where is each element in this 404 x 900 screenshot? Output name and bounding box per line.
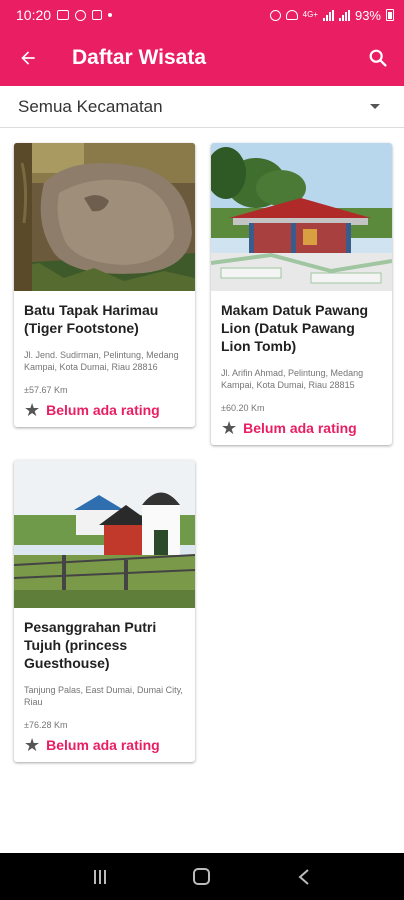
place-photo <box>211 143 392 291</box>
bag-icon <box>92 10 103 20</box>
place-distance: ±60.20 Km <box>221 403 265 413</box>
card-body: Pesanggrahan Putri Tujuh (princess Guest… <box>14 608 195 762</box>
alarm-icon <box>269 9 281 21</box>
status-right: 4G+ 93% <box>269 7 394 23</box>
place-rating: ★ Belum ada rating <box>221 419 382 437</box>
place-name: Pesanggrahan Putri Tujuh (princess Guest… <box>24 619 157 671</box>
tiger-footstone-photo <box>14 143 195 291</box>
signal-icon <box>322 9 334 21</box>
battery-percent: 93% <box>354 7 381 23</box>
hotspot-icon <box>285 10 298 20</box>
place-address: Jl. Arifin Ahmad, Pelintung, Medang Kamp… <box>221 368 364 390</box>
back-nav-button[interactable] <box>297 868 311 886</box>
card-body: Makam Datuk Pawang Lion (Datuk Pawang Li… <box>211 291 392 445</box>
arrow-left-icon <box>21 51 35 65</box>
place-address: Jl. Jend. Sudirman, Pelintung, Medang Ka… <box>24 350 179 372</box>
status-left: 10:20 <box>16 7 113 23</box>
star-icon: ★ <box>24 735 41 755</box>
system-nav-bar <box>0 853 404 900</box>
district-filter-value: Semua Kecamatan <box>18 96 163 116</box>
network-type-label: 4G+ <box>302 10 318 19</box>
place-rating: ★ Belum ada rating <box>24 736 185 754</box>
search-button[interactable] <box>352 30 404 86</box>
place-name: Makam Datuk Pawang Lion (Datuk Pawang Li… <box>221 302 369 354</box>
star-icon: ★ <box>221 418 238 438</box>
place-address: Tanjung Palas, East Dumai, Dumai City, R… <box>24 685 183 707</box>
place-rating: ★ Belum ada rating <box>24 401 185 419</box>
place-card[interactable]: Batu Tapak Harimau (Tiger Footstone) Jl.… <box>14 143 195 427</box>
home-button[interactable] <box>192 868 210 885</box>
rating-text: Belum ada rating <box>243 420 357 436</box>
rating-text: Belum ada rating <box>46 402 160 418</box>
back-button[interactable] <box>0 30 56 86</box>
page-title: Daftar Wisata <box>72 46 207 69</box>
whatsapp-icon <box>75 9 87 21</box>
place-photo <box>14 143 195 291</box>
place-photo <box>14 460 195 608</box>
app-bar: Daftar Wisata <box>0 30 404 86</box>
card-body: Batu Tapak Harimau (Tiger Footstone) Jl.… <box>14 291 195 427</box>
guesthouse-photo <box>14 460 195 608</box>
star-icon: ★ <box>24 400 41 420</box>
battery-icon <box>386 9 394 21</box>
place-card[interactable]: Makam Datuk Pawang Lion (Datuk Pawang Li… <box>211 143 392 445</box>
search-icon <box>369 49 387 67</box>
rating-text: Belum ada rating <box>46 737 160 753</box>
status-bar: 10:20 4G+ 93% <box>0 0 404 30</box>
place-distance: ±57.67 Km <box>24 385 68 395</box>
place-card[interactable]: Pesanggrahan Putri Tujuh (princess Guest… <box>14 460 195 762</box>
place-name: Batu Tapak Harimau (Tiger Footstone) <box>24 302 159 336</box>
recents-button[interactable] <box>93 869 106 884</box>
dropdown-arrow-icon <box>370 104 380 109</box>
district-filter-dropdown[interactable]: Semua Kecamatan <box>0 86 404 128</box>
notification-dot-icon <box>108 13 113 17</box>
tomb-photo <box>211 143 392 291</box>
place-distance: ±76.28 Km <box>24 720 68 730</box>
signal-icon-2 <box>338 9 350 21</box>
status-time: 10:20 <box>16 7 52 23</box>
gallery-icon <box>57 10 70 20</box>
